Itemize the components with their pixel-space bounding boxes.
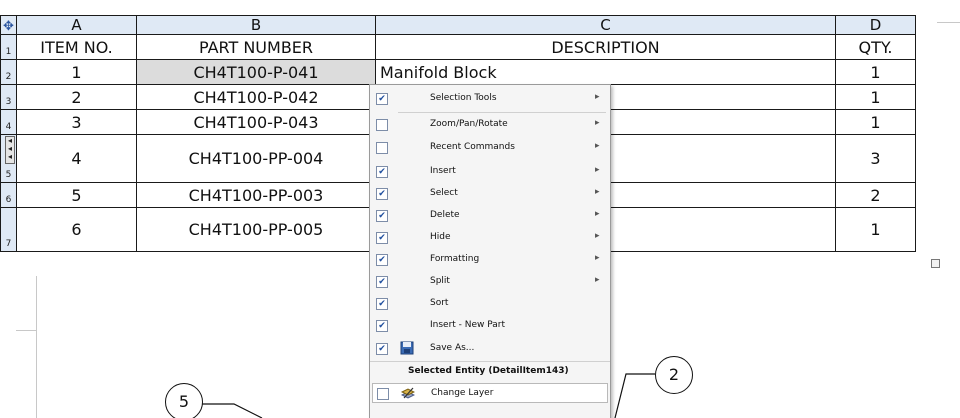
checkbox-icon[interactable]: ✔ — [376, 188, 388, 200]
menu-item-select[interactable]: ✔ Select ▸ — [370, 184, 610, 204]
submenu-arrow-icon: ▸ — [595, 231, 600, 241]
menu-item-label: Split — [430, 276, 450, 286]
checkbox-icon[interactable]: ✔ — [376, 210, 388, 222]
submenu-arrow-icon: ▸ — [595, 275, 600, 285]
drawing-sheet[interactable]: ✥ A B C D 1 ITEM NO. PART NUMBER DESCRIP… — [0, 0, 960, 418]
submenu-arrow-icon: ▸ — [595, 187, 600, 197]
menu-item-insert-new-part[interactable]: ✔ Insert - New Part — [370, 316, 610, 336]
submenu-arrow-icon: ▸ — [595, 141, 600, 151]
checkbox-icon[interactable] — [376, 119, 388, 131]
submenu-arrow-icon: ▸ — [595, 118, 600, 128]
menu-item-selection-tools[interactable]: ✔ Selection Tools ▸ — [370, 89, 610, 109]
menu-item-save-as[interactable]: ✔ Save As... — [370, 339, 610, 359]
menu-item-split[interactable]: ✔ Split ▸ — [370, 272, 610, 292]
menu-item-formatting[interactable]: ✔ Formatting ▸ — [370, 250, 610, 270]
balloon-5[interactable]: 5 — [165, 383, 203, 418]
menu-item-label: Save As... — [430, 343, 475, 353]
context-menu: ✔ Selection Tools ▸ Zoom/Pan/Rotate ▸ Re… — [369, 84, 611, 418]
checkbox-icon[interactable]: ✔ — [376, 320, 388, 332]
menu-item-hide[interactable]: ✔ Hide ▸ — [370, 228, 610, 248]
checkbox-icon[interactable]: ✔ — [376, 343, 388, 355]
checkbox-icon[interactable] — [377, 388, 389, 400]
submenu-arrow-icon: ▸ — [595, 92, 600, 102]
leader-line-5 — [202, 403, 263, 418]
menu-item-label: Insert - New Part — [430, 320, 506, 330]
menu-section-header: Selected Entity (DetailItem143) — [370, 363, 610, 381]
checkbox-icon[interactable]: ✔ — [376, 93, 388, 105]
menu-item-sort[interactable]: ✔ Sort — [370, 294, 610, 314]
menu-item-label: Recent Commands — [430, 142, 515, 152]
checkbox-icon[interactable]: ✔ — [376, 254, 388, 266]
menu-item-label: Insert — [430, 166, 456, 176]
menu-item-insert[interactable]: ✔ Insert ▸ — [370, 162, 610, 182]
checkbox-icon[interactable]: ✔ — [376, 166, 388, 178]
menu-item-label: Selection Tools — [430, 93, 497, 103]
menu-item-label: Change Layer — [431, 388, 494, 398]
balloon-2[interactable]: 2 — [655, 356, 693, 394]
menu-item-delete[interactable]: ✔ Delete ▸ — [370, 206, 610, 226]
submenu-arrow-icon: ▸ — [595, 209, 600, 219]
checkbox-icon[interactable]: ✔ — [376, 276, 388, 288]
submenu-arrow-icon: ▸ — [595, 165, 600, 175]
menu-item-label: Sort — [430, 298, 449, 308]
submenu-arrow-icon: ▸ — [595, 253, 600, 263]
checkbox-icon[interactable]: ✔ — [376, 298, 388, 310]
menu-item-recent-commands[interactable]: Recent Commands ▸ — [370, 138, 610, 158]
menu-item-zoom-pan-rotate[interactable]: Zoom/Pan/Rotate ▸ — [370, 115, 610, 135]
menu-item-label: Select — [430, 188, 458, 198]
menu-item-label: Zoom/Pan/Rotate — [430, 119, 508, 129]
checkbox-icon[interactable] — [376, 142, 388, 154]
leader-line-2 — [614, 373, 655, 418]
save-as-icon — [400, 341, 414, 355]
menu-item-change-layer[interactable]: Change Layer — [372, 383, 608, 403]
menu-separator — [398, 112, 606, 113]
section-header-label: Selected Entity (DetailItem143) — [408, 366, 569, 376]
menu-item-label: Formatting — [430, 254, 480, 264]
menu-item-label: Delete — [430, 210, 460, 220]
change-layer-icon — [400, 386, 416, 400]
menu-separator — [370, 361, 610, 362]
checkbox-icon[interactable]: ✔ — [376, 232, 388, 244]
menu-item-label: Hide — [430, 232, 451, 242]
